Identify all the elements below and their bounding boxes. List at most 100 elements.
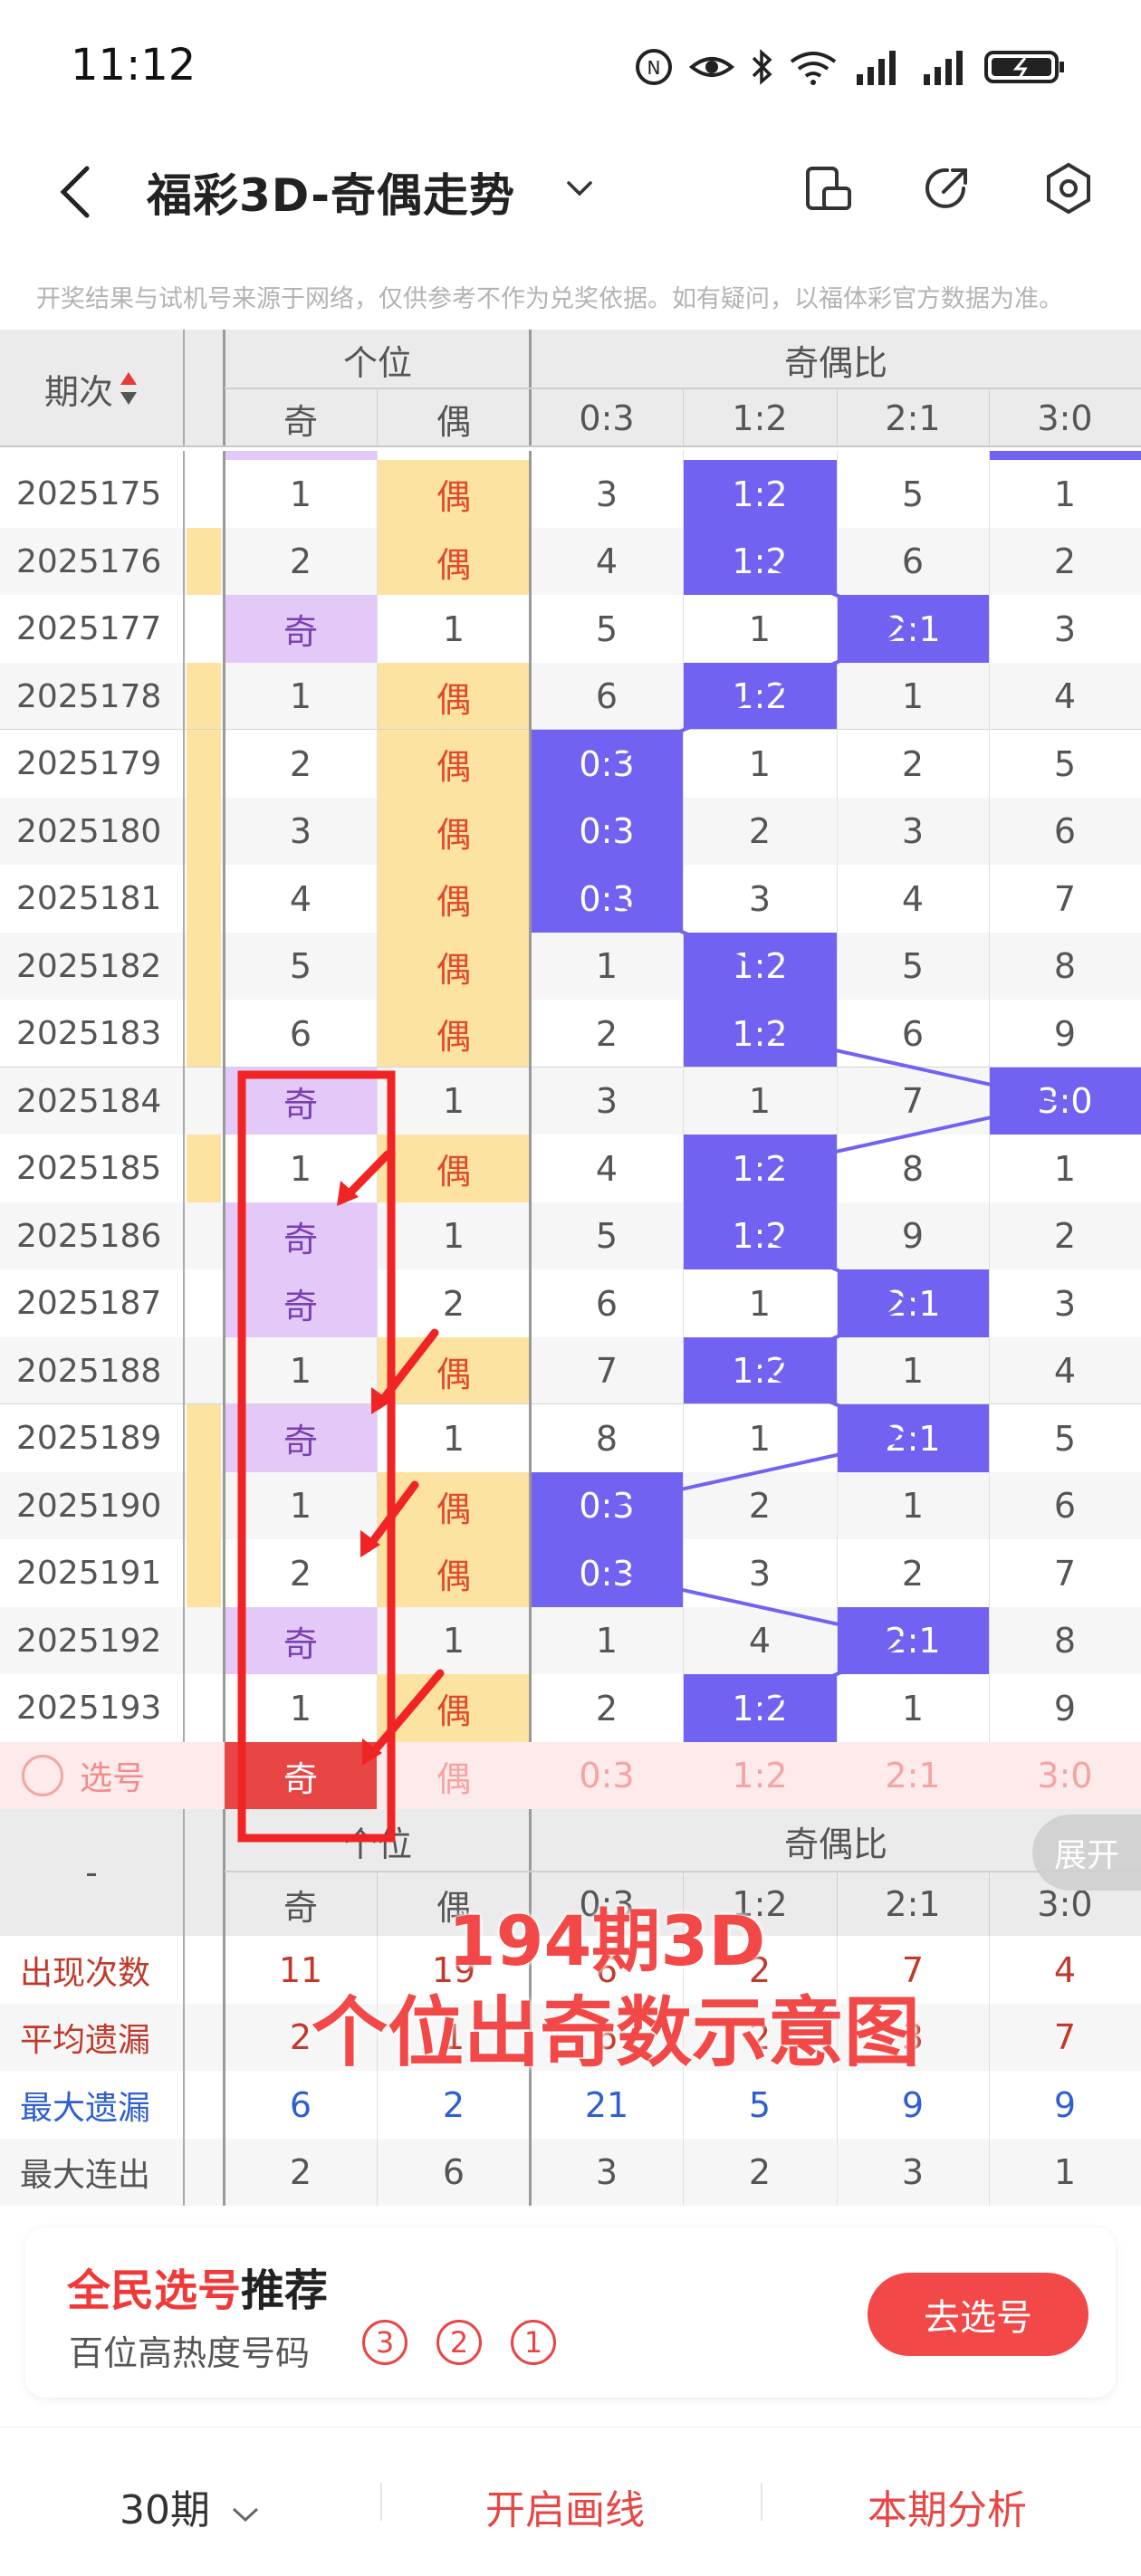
period-cell: 2025190 <box>16 1487 162 1525</box>
ratio-cell: 1 <box>901 1486 925 1526</box>
grid-line <box>683 451 684 1809</box>
recommend-title: 全民选号推荐 <box>67 2255 328 2318</box>
select-cell[interactable]: 2:1 <box>837 1742 989 1809</box>
ratio-cell: 5 <box>901 474 925 514</box>
even-cell: 偶 <box>377 1337 531 1404</box>
period-header[interactable]: 期次 <box>0 330 183 447</box>
ratio-cell: 1 <box>901 1351 925 1391</box>
even-cell: 偶 <box>377 1539 531 1607</box>
share-icon[interactable] <box>920 161 974 215</box>
select-label-cell[interactable]: 选号 <box>0 1742 205 1809</box>
ratio-cell: 5 <box>1053 1418 1077 1459</box>
ratio-cell: 2 <box>748 811 772 851</box>
wifi-icon <box>790 52 837 85</box>
side-marker <box>187 1135 221 1202</box>
recommend-subtitle: 百位高热度号码 <box>69 2333 311 2373</box>
select-cell[interactable]: 1:2 <box>683 1742 837 1809</box>
even-cell: 偶 <box>377 798 531 865</box>
grid-line <box>529 451 532 1809</box>
column-header: 0:3 <box>579 398 635 438</box>
ratio-cell: 7 <box>595 1351 618 1391</box>
side-marker <box>187 1000 221 1068</box>
ratio-cell: 7 <box>901 1081 925 1121</box>
chevron-down-icon[interactable] <box>566 179 593 197</box>
odd-cell: 6 <box>289 1013 312 1054</box>
ratio-cell: 1:2 <box>683 663 837 730</box>
period-cell: 2025188 <box>16 1352 162 1390</box>
ratio-cell: 3:0 <box>989 1068 1141 1135</box>
period-header-label: 期次 <box>43 371 113 412</box>
back-arrow-icon[interactable] <box>54 163 100 221</box>
period-cell: 2025182 <box>16 947 162 985</box>
side-marker <box>187 1404 221 1472</box>
period-cell: 2025186 <box>16 1217 162 1255</box>
disclaimer-notice: 开奖结果与试机号来源于网络，仅供参考不作为兑奖依据。如有疑问，以福体彩官方数据为… <box>36 285 1063 313</box>
column-header: 奇 <box>283 401 318 442</box>
nfc-icon: N <box>636 49 672 85</box>
period-cell: 2025193 <box>16 1690 162 1727</box>
expand-button[interactable]: 展开 <box>1032 1815 1141 1891</box>
ratio-cell: 9 <box>1053 1688 1077 1729</box>
page-title[interactable]: 福彩3D-奇偶走势 <box>147 159 515 225</box>
ratio-cell: 1 <box>901 676 925 716</box>
ratio-cell: 3 <box>748 1553 772 1594</box>
enable-draw-line-button[interactable]: 开启画线 <box>485 2477 645 2535</box>
rotate-screen-icon[interactable] <box>801 161 855 215</box>
period-cell: 2025181 <box>16 880 162 917</box>
ratio-cell: 9 <box>1053 1013 1077 1054</box>
even-cell: 偶 <box>377 1674 531 1742</box>
even-cell: 偶 <box>377 933 531 1000</box>
ratio-cell: 3 <box>748 878 772 919</box>
ratio-cell: 3 <box>901 811 925 851</box>
ratio-cell: 6 <box>1053 811 1077 851</box>
odd-cell: 奇 <box>225 1269 377 1337</box>
even-cell: 1 <box>442 608 465 649</box>
grid-line <box>377 451 378 1809</box>
side-marker <box>187 798 221 865</box>
divider <box>380 2483 382 2521</box>
settings-icon[interactable] <box>1041 161 1096 215</box>
period-select[interactable]: 30期 <box>120 2477 261 2535</box>
eye-icon <box>688 57 735 77</box>
ratio-cell: 6 <box>901 1013 925 1054</box>
even-cell: 偶 <box>377 1472 531 1539</box>
stats-value: 3 <box>595 2152 618 2192</box>
bluetooth-icon <box>752 49 772 85</box>
grid-line <box>837 451 838 1809</box>
ratio-cell: 7 <box>1053 878 1077 919</box>
period-cell: 2025184 <box>16 1082 162 1120</box>
period-cell: 2025185 <box>16 1150 162 1187</box>
ratio-cell: 5 <box>1053 743 1077 784</box>
ratio-cell: 1:2 <box>683 1135 837 1202</box>
footer-column-header: 奇 <box>283 1887 318 1928</box>
hot-number-ball: 3 <box>362 2320 408 2365</box>
select-cell[interactable]: 3:0 <box>989 1742 1141 1809</box>
even-cell: 1 <box>442 1621 465 1661</box>
ratio-cell: 4 <box>595 541 618 581</box>
ratio-cell: 8 <box>1053 946 1077 986</box>
select-cell-odd[interactable]: 奇 <box>225 1742 377 1809</box>
overlay-title-line2: 个位出奇数示意图 <box>311 1988 920 2077</box>
grid-line <box>183 1936 185 2206</box>
ratio-cell: 2 <box>901 1553 925 1594</box>
select-cell[interactable]: 偶 <box>377 1742 531 1809</box>
grid-line <box>183 330 185 447</box>
period-cell: 2025176 <box>16 542 162 580</box>
footer-group-ge: 个位 <box>342 1824 412 1864</box>
odd-cell: 奇 <box>225 1607 377 1674</box>
stats-label: 平均遗漏 <box>20 2022 151 2059</box>
select-cell[interactable]: 0:3 <box>531 1742 683 1809</box>
period-analysis-button[interactable]: 本期分析 <box>868 2477 1027 2535</box>
ratio-cell: 0:3 <box>531 798 683 865</box>
chevron-down-icon <box>232 2507 259 2523</box>
go-select-button[interactable]: 去选号 <box>868 2273 1088 2356</box>
odd-cell: 3 <box>289 811 312 851</box>
grid-line <box>183 1809 185 1936</box>
recommend-title-black: 推荐 <box>241 2265 329 2316</box>
ratio-cell: 1 <box>1053 1148 1077 1189</box>
ratio-cell: 1 <box>1053 474 1077 514</box>
side-marker <box>187 663 221 730</box>
battery-icon <box>984 51 1064 83</box>
stats-value: 4 <box>1053 1949 1077 1990</box>
ratio-cell: 0:3 <box>531 865 683 933</box>
